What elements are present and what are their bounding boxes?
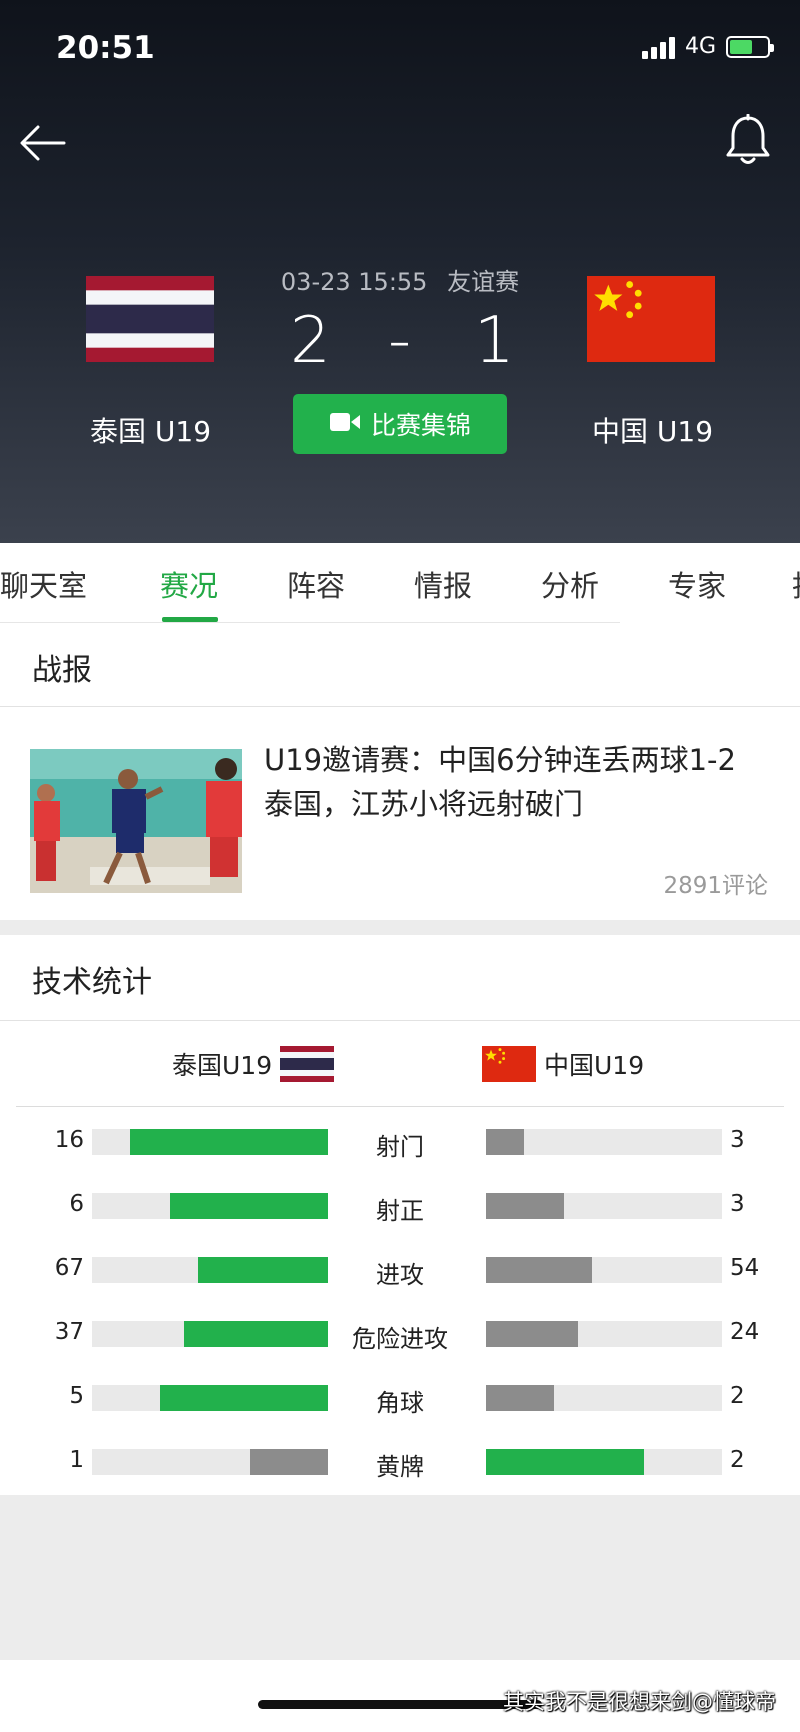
status-time: 20:51: [56, 30, 155, 66]
stat-away-bar-track: [486, 1321, 722, 1347]
stat-away-value: 3: [730, 1191, 745, 1217]
stats-section-title: 技术统计: [32, 965, 152, 1000]
away-score: 1: [474, 304, 515, 378]
tab-intel[interactable]: 情报: [414, 563, 472, 605]
stat-row: 67 进攻 54: [0, 1249, 800, 1289]
stat-label: 角球: [376, 1389, 424, 1417]
stat-row: 1 黄牌 2: [0, 1441, 800, 1481]
news-comment-count[interactable]: 2891评论: [663, 866, 768, 900]
stat-away-value: 2: [730, 1447, 745, 1473]
stat-home-bar-track: [92, 1449, 328, 1475]
tab-chatroom[interactable]: 聊天室: [0, 563, 87, 605]
stats-away-team: 中国U19: [482, 1046, 644, 1082]
stat-label: 射门: [376, 1133, 424, 1161]
away-team-name[interactable]: 中国 U19: [592, 410, 713, 450]
stat-away-value: 24: [730, 1319, 760, 1345]
stat-away-bar-track: [486, 1257, 722, 1283]
status-indicators: 4G: [641, 34, 774, 59]
report-divider: [0, 706, 800, 707]
stat-home-value: 16: [54, 1127, 84, 1153]
tab-analysis[interactable]: 分析: [541, 563, 599, 605]
thailand-flag-icon: [280, 1046, 335, 1082]
stat-away-bar-track: [486, 1129, 722, 1155]
tab-experts[interactable]: 专家: [668, 563, 726, 605]
stat-away-bar-track: [486, 1449, 722, 1475]
thailand-flag-icon: [86, 276, 214, 362]
score-separator: -: [388, 304, 412, 378]
stat-away-bar-track: [486, 1193, 722, 1219]
stat-home-bar: [198, 1257, 328, 1283]
stat-label: 黄牌: [376, 1453, 424, 1481]
stat-away-bar: [486, 1321, 578, 1347]
stat-label: 危险进攻: [352, 1325, 448, 1353]
stat-home-value: 5: [69, 1383, 84, 1409]
match-datetime: 03-23 15:55: [280, 268, 428, 296]
tab-match-status[interactable]: 赛况: [160, 563, 218, 605]
stat-away-value: 3: [730, 1127, 745, 1153]
highlights-button[interactable]: 比赛集锦: [293, 394, 507, 454]
match-meta: 03-23 15:55 友谊赛: [230, 262, 570, 297]
stat-row: 37 危险进攻 24: [0, 1313, 800, 1353]
watermark: 其实我不是很想来剑@懂球帝: [503, 1690, 776, 1714]
stat-home-bar-track: [92, 1385, 328, 1411]
tab-more[interactable]: 指: [792, 563, 800, 605]
stat-home-bar-track: [92, 1193, 328, 1219]
stat-home-bar: [184, 1321, 328, 1347]
stat-away-bar: [486, 1385, 554, 1411]
stats-title-divider: [0, 1020, 800, 1021]
stat-row: 6 射正 3: [0, 1185, 800, 1225]
signal-icon: [641, 35, 675, 59]
news-headline[interactable]: U19邀请赛：中国6分钟连丢两球1-2泰国，江苏小将远射破门: [264, 738, 764, 826]
report-section-title: 战报: [32, 653, 92, 688]
stats-header-divider: [16, 1106, 784, 1107]
home-score: 2: [290, 304, 331, 378]
stats-home-team: 泰国U19: [172, 1046, 335, 1082]
bell-icon[interactable]: [724, 113, 772, 168]
stats-away-team-label: 中国U19: [544, 1051, 645, 1080]
stat-label: 进攻: [376, 1261, 424, 1289]
video-camera-icon: [329, 410, 361, 439]
china-flag-icon: [482, 1046, 536, 1082]
stat-home-bar: [130, 1129, 328, 1155]
stat-label: 射正: [376, 1197, 424, 1225]
stat-away-value: 54: [730, 1255, 760, 1281]
stat-home-value: 6: [69, 1191, 84, 1217]
stat-row: 16 射门 3: [0, 1121, 800, 1161]
home-indicator[interactable]: [258, 1700, 542, 1709]
stat-home-bar-track: [92, 1321, 328, 1347]
stat-away-bar-track: [486, 1385, 722, 1411]
news-thumbnail[interactable]: [30, 749, 242, 893]
tab-bar: 聊天室 赛况 阵容 情报 分析 专家 指: [0, 543, 800, 623]
match-header: 20:51 4G 03-23 15:55 友谊赛 2 - 1 泰国 U19 中国…: [0, 0, 800, 543]
back-arrow-icon[interactable]: [18, 118, 68, 168]
stats-home-team-label: 泰国U19: [172, 1051, 273, 1080]
stat-home-bar: [170, 1193, 328, 1219]
stat-home-bar-track: [92, 1129, 328, 1155]
stat-away-bar: [486, 1129, 524, 1155]
stat-away-value: 2: [730, 1383, 745, 1409]
network-label: 4G: [684, 34, 716, 59]
stat-away-bar: [486, 1193, 564, 1219]
match-competition: 友谊赛: [447, 268, 520, 296]
stat-home-bar-track: [92, 1257, 328, 1283]
stat-away-bar: [486, 1257, 592, 1283]
stat-home-value: 1: [69, 1447, 84, 1473]
stat-home-bar: [160, 1385, 328, 1411]
stat-row: 5 角球 2: [0, 1377, 800, 1417]
tab-lineup[interactable]: 阵容: [287, 563, 345, 605]
battery-icon: [726, 35, 774, 58]
china-flag-icon: [587, 276, 715, 362]
stat-home-value: 37: [54, 1319, 84, 1345]
highlights-label: 比赛集锦: [370, 411, 471, 440]
home-team-name[interactable]: 泰国 U19: [90, 410, 211, 450]
stat-away-bar: [486, 1449, 644, 1475]
stat-home-bar: [250, 1449, 328, 1475]
stat-home-value: 67: [54, 1255, 84, 1281]
